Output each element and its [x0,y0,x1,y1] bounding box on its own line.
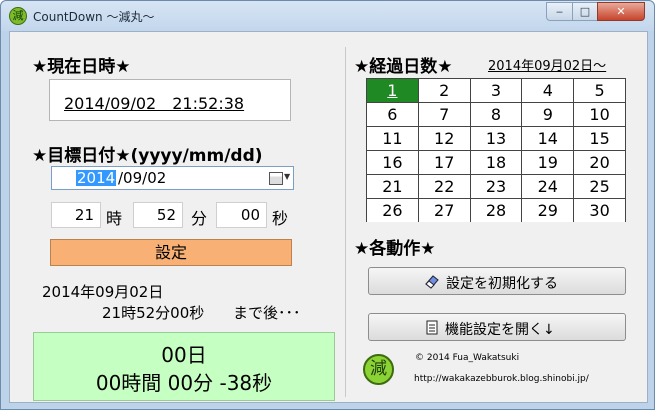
dropdown-arrow-icon[interactable]: ▼ [284,172,290,181]
close-button[interactable]: ✕ [597,2,645,21]
date-month-day: /09/02 [118,169,167,187]
copyright-text: © 2014 Fua_Wakatsuki [415,353,520,363]
minute-unit-label: 分 [191,209,208,228]
day-cell[interactable]: 11 [367,127,418,150]
set-button[interactable]: 設定 [50,239,292,266]
day-cell[interactable]: 27 [418,199,470,222]
day-cell[interactable]: 29 [522,199,574,222]
remaining-label: まで後･･･ [233,304,301,322]
day-cell[interactable]: 8 [470,103,522,126]
day-cell[interactable]: 18 [470,151,522,174]
day-cell[interactable]: 2 [418,79,470,102]
day-cell[interactable]: 7 [418,103,470,126]
reset-settings-label: 設定を初期化する [446,276,558,292]
current-datetime-heading: ★現在日時★ [32,57,131,77]
day-cell[interactable]: 25 [574,175,625,198]
app-logo-icon: 減 [9,7,27,25]
countdown-display: 00日 00時間 00分 -38秒 [33,332,335,401]
blog-url-link[interactable]: http://wakakazebburok.blog.shinobi.jp/ [414,374,589,384]
open-settings-button[interactable]: 機能設定を開く↓ [368,313,626,341]
target-date-heading: ★目標日付★(yyyy/mm/dd) [32,146,263,166]
day-cell[interactable]: 21 [367,175,418,198]
window-title: CountDown ～減丸～ [33,10,155,24]
day-cell[interactable]: 5 [574,79,625,102]
day-cell[interactable]: 12 [418,127,470,150]
day-cell[interactable]: 3 [470,79,522,102]
day-cell[interactable]: 14 [522,127,574,150]
day-cell[interactable]: 30 [574,199,625,222]
maximize-button[interactable]: □ [572,2,598,21]
day-cell[interactable]: 17 [418,151,470,174]
day-cell[interactable]: 9 [522,103,574,126]
elapsed-days-heading: ★経過日数★ [354,57,453,77]
day-cell[interactable]: 23 [470,175,522,198]
target-date-picker[interactable]: 2014 /09/02 ▼ [51,166,294,190]
open-settings-label: 機能設定を開く↓ [445,322,555,338]
day-cell[interactable]: 1 [367,79,418,102]
day-cell[interactable]: 16 [367,151,418,174]
elapsed-days-grid: 1 2 3 4 5 6 7 8 9 10 11 12 13 14 15 16 17 18 19 20 21 22 23 24 2… [366,78,626,222]
minimize-button[interactable]: ‒ [546,2,573,21]
hour-input[interactable]: 21 [51,202,101,228]
countdown-hms: 00時間 00分 -38秒 [95,371,273,395]
column-divider [345,47,346,397]
day-cell[interactable]: 24 [522,175,574,198]
title-bar[interactable]: 減 CountDown ～減丸～ ‒ □ ✕ [1,1,654,31]
reduction-stamp-logo: 減 [363,354,394,385]
day-cell[interactable]: 22 [418,175,470,198]
countdown-days: 00日 [161,343,207,367]
hour-unit-label: 時 [106,209,123,228]
day-cell[interactable]: 10 [574,103,625,126]
eraser-icon [425,275,439,289]
date-year-selected: 2014 [76,169,117,187]
day-cell[interactable]: 20 [574,151,625,174]
elapsed-since-label: 2014年09月02日～ [488,59,607,74]
minute-input[interactable]: 52 [133,202,183,228]
calendar-icon[interactable] [269,172,283,185]
client-area: ★現在日時★ 2014/09/02 21:52:38 ★目標日付★(yyyy/m… [9,31,648,403]
app-window: 減 CountDown ～減丸～ ‒ □ ✕ ★現在日時★ 2014/09/02… [0,0,655,410]
day-cell[interactable]: 19 [522,151,574,174]
document-icon [426,320,438,335]
actions-heading: ★各動作★ [354,239,436,259]
current-datetime-value: 2014/09/02 21:52:38 [64,94,245,113]
second-unit-label: 秒 [272,209,289,228]
day-cell[interactable]: 4 [522,79,574,102]
current-datetime-box: 2014/09/02 21:52:38 [49,79,291,121]
day-cell[interactable]: 13 [470,127,522,150]
target-date-text: 2014年09月02日 [42,283,164,301]
second-input[interactable]: 00 [216,202,267,228]
reset-settings-button[interactable]: 設定を初期化する [368,267,626,295]
day-cell[interactable]: 6 [367,103,418,126]
day-cell[interactable]: 15 [574,127,625,150]
target-time-text: 21時52分00秒 [102,304,205,322]
day-cell[interactable]: 28 [470,199,522,222]
day-cell[interactable]: 26 [367,199,418,222]
